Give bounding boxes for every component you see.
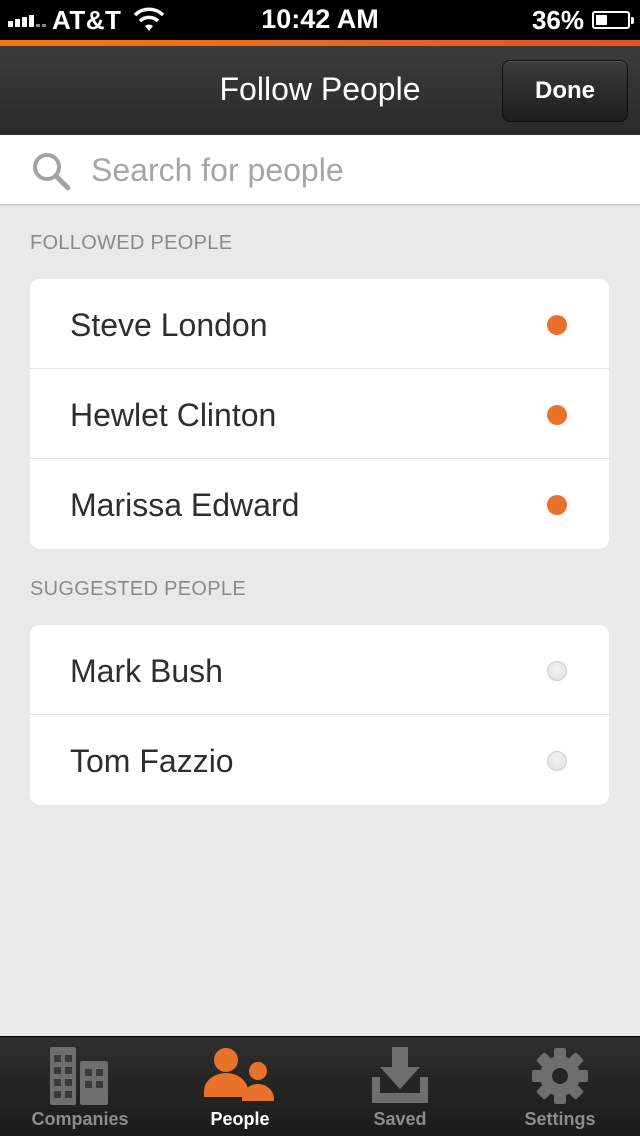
buildings-icon (50, 1047, 108, 1105)
status-right: 36% (531, 4, 634, 36)
person-name: Hewlet Clinton (70, 397, 277, 433)
tab-label: Saved (373, 1109, 427, 1129)
person-name: Steve London (70, 307, 268, 343)
tab-bar: Companies People Saved Settings (0, 1036, 640, 1136)
following-indicator-icon[interactable] (547, 405, 567, 425)
status-bar: AT&T 10:42 AM 36% (0, 0, 640, 40)
people-icon (204, 1048, 274, 1101)
gear-icon (532, 1048, 588, 1104)
tab-people[interactable]: People (160, 1037, 320, 1136)
not-following-indicator-icon[interactable] (547, 751, 567, 771)
battery-icon (592, 11, 634, 29)
tab-label: Companies (31, 1109, 129, 1129)
following-indicator-icon[interactable] (547, 495, 567, 515)
download-tray-icon (372, 1047, 428, 1103)
suggested-people-header: SUGGESTED PEOPLE (30, 578, 246, 600)
search-input[interactable]: Search for people (0, 135, 640, 205)
person-name: Marissa Edward (70, 487, 300, 523)
following-indicator-icon[interactable] (547, 315, 567, 335)
search-placeholder: Search for people (91, 152, 344, 188)
search-icon (33, 153, 71, 191)
person-row-hewlet-clinton[interactable]: Hewlet Clinton (30, 369, 609, 459)
battery-fill (596, 15, 607, 25)
battery-percentage: 36% (531, 4, 584, 35)
person-row-steve-london[interactable]: Steve London (30, 279, 609, 369)
done-button[interactable]: Done (502, 60, 628, 122)
followed-people-header: FOLLOWED PEOPLE (30, 232, 233, 254)
person-name: Mark Bush (70, 653, 223, 689)
not-following-indicator-icon[interactable] (547, 661, 567, 681)
navigation-bar: Follow People Done (0, 46, 640, 135)
person-row-marissa-edward[interactable]: Marissa Edward (30, 459, 609, 549)
tab-companies[interactable]: Companies (0, 1037, 160, 1136)
tab-label: People (210, 1109, 270, 1129)
person-row-mark-bush[interactable]: Mark Bush (30, 625, 609, 715)
tab-label: Settings (524, 1109, 596, 1129)
followed-people-list: Steve London Hewlet Clinton Marissa Edwa… (30, 279, 609, 549)
person-name: Tom Fazzio (70, 743, 234, 779)
tab-settings[interactable]: Settings (480, 1037, 640, 1136)
tab-saved[interactable]: Saved (320, 1037, 480, 1136)
suggested-people-list: Mark Bush Tom Fazzio (30, 625, 609, 805)
person-row-tom-fazzio[interactable]: Tom Fazzio (30, 715, 609, 805)
